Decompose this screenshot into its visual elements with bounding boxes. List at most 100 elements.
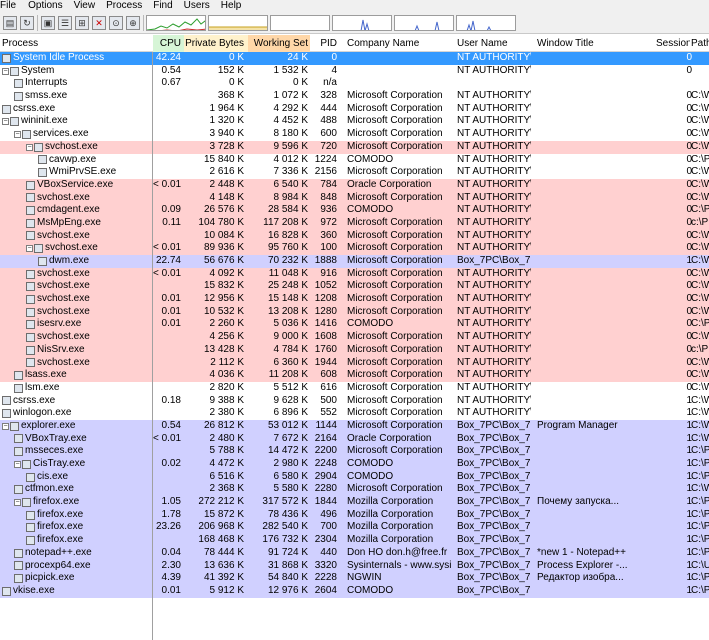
table-row[interactable]: firefox.exe 1.78 15 872 K 78 436 K 496 Mozill… xyxy=(0,508,709,522)
collapse-icon[interactable]: − xyxy=(14,498,21,506)
io-graph[interactable] xyxy=(270,14,330,31)
save-icon[interactable]: ▤ xyxy=(3,15,17,30)
process-name-cell[interactable]: − firefox.exe xyxy=(14,496,152,509)
column-header-cpu[interactable]: CPU xyxy=(153,35,184,52)
process-name-cell[interactable]: picpick.exe xyxy=(14,572,152,585)
process-name-cell[interactable]: svchost.exe xyxy=(26,268,152,281)
table-row[interactable]: msseces.exe 5 788 K 14 472 K 2200 Microsoft … xyxy=(0,445,709,458)
table-row[interactable]: winlogon.exe 2 380 K 6 896 K 552 Microsoft C… xyxy=(0,407,709,420)
table-row[interactable]: cmdagent.exe 0.09 26 576 K 28 584 K 936 COMOD… xyxy=(0,204,709,217)
process-name-cell[interactable]: svchost.exe xyxy=(26,230,152,243)
refresh-icon[interactable]: ↻ xyxy=(20,15,34,30)
cpu-graph[interactable] xyxy=(146,14,206,31)
table-row[interactable]: − System 0.54 152 K 1 532 K 4 NT AUTHORITY\...… xyxy=(0,64,709,78)
menu-file[interactable]: File xyxy=(0,0,28,12)
table-row[interactable]: svchost.exe 10 084 K 16 828 K 360 Microsoft … xyxy=(0,229,709,243)
menu-help[interactable]: Help xyxy=(221,0,253,12)
process-name-cell[interactable]: System Idle Process xyxy=(2,52,152,65)
collapse-icon[interactable]: − xyxy=(14,130,21,138)
process-name-cell[interactable]: − CisTray.exe xyxy=(14,458,152,471)
table-row[interactable]: svchost.exe 2 112 K 6 360 K 1944 Microsoft C… xyxy=(0,356,709,370)
collapse-icon[interactable]: − xyxy=(2,118,9,126)
properties-icon[interactable]: ☰ xyxy=(58,15,72,30)
table-row[interactable]: csrss.exe 1 964 K 4 292 K 444 Microsoft Corp… xyxy=(0,102,709,116)
process-name-cell[interactable]: VBoxService.exe xyxy=(26,179,152,192)
table-row[interactable]: − svchost.exe 3 728 K 9 596 K 720 Microsoft C… xyxy=(0,140,709,154)
process-name-cell[interactable]: notepad++.exe xyxy=(14,547,152,560)
process-name-cell[interactable]: svchost.exe xyxy=(26,192,152,205)
menu-options[interactable]: Options xyxy=(28,0,73,12)
table-row[interactable]: notepad++.exe 0.04 78 444 K 91 724 K 440 Don … xyxy=(0,546,709,560)
table-row[interactable]: svchost.exe 4 148 K 8 984 K 848 Microsoft Co… xyxy=(0,191,709,205)
target-icon[interactable]: ⊕ xyxy=(126,15,140,30)
process-name-cell[interactable]: csrss.exe xyxy=(2,395,152,408)
table-row[interactable]: − firefox.exe 1.05 272 212 K 317 572 K 1844 Mo… xyxy=(0,496,709,509)
process-name-cell[interactable]: csrss.exe xyxy=(2,103,152,116)
table-row[interactable]: procexp64.exe 2.30 13 636 K 31 868 K 3320 Sys… xyxy=(0,559,709,573)
table-row[interactable]: firefox.exe 168 468 K 176 732 K 2304 Mozilla… xyxy=(0,534,709,547)
menu-view[interactable]: View xyxy=(74,0,107,12)
process-name-cell[interactable]: WmiPrvSE.exe xyxy=(38,166,152,179)
table-row[interactable]: − svchost.exe < 0.01 89 936 K 95 760 K 100 Mic… xyxy=(0,242,709,255)
table-row[interactable]: Interrupts 0.67 0 K 0 K n/a xyxy=(0,77,709,91)
table-row[interactable]: lsass.exe 4 036 K 11 208 K 608 Microsoft Cor… xyxy=(0,369,709,382)
process-name-cell[interactable]: lsm.exe xyxy=(14,382,152,395)
collapse-icon[interactable]: − xyxy=(26,143,33,151)
process-name-cell[interactable]: cavwp.exe xyxy=(38,154,152,167)
table-row[interactable]: svchost.exe 4 256 K 9 000 K 1608 Microsoft C… xyxy=(0,331,709,344)
kill-icon[interactable]: ✕ xyxy=(92,15,106,30)
find-icon[interactable]: ⊙ xyxy=(109,15,123,30)
table-row[interactable]: smss.exe 368 K 1 072 K 328 Microsoft Corpora… xyxy=(0,90,709,103)
commit-graph[interactable] xyxy=(208,14,268,31)
column-header-company-name[interactable]: Company Name xyxy=(347,35,451,52)
process-name-cell[interactable]: vkise.exe xyxy=(2,585,152,598)
process-name-cell[interactable]: − explorer.exe xyxy=(2,420,152,433)
process-name-cell[interactable]: winlogon.exe xyxy=(2,407,152,420)
collapse-icon[interactable]: − xyxy=(26,245,33,253)
table-row[interactable]: NisSrv.exe 13 428 K 4 784 K 1760 Microsoft C… xyxy=(0,343,709,357)
table-row[interactable]: System Idle Process 42.24 0 K 24 K 0 NT AUTHO… xyxy=(0,52,709,65)
table-row[interactable]: VBoxTray.exe < 0.01 2 480 K 7 672 K 2164 Orac… xyxy=(0,432,709,446)
process-name-cell[interactable]: firefox.exe xyxy=(26,534,152,547)
collapse-icon[interactable]: − xyxy=(2,422,9,430)
table-row[interactable]: dwm.exe 22.74 56 676 K 70 232 K 1888 Microsof… xyxy=(0,255,709,268)
gpu-graph[interactable] xyxy=(456,14,516,31)
process-name-cell[interactable]: lsass.exe xyxy=(14,369,152,382)
table-row[interactable]: − CisTray.exe 0.02 4 472 K 2 980 K 2248 COMODO… xyxy=(0,458,709,471)
column-header-pid[interactable]: PID xyxy=(310,35,341,52)
process-name-cell[interactable]: svchost.exe xyxy=(26,331,152,344)
table-row[interactable]: lsm.exe 2 820 K 5 512 K 616 Microsoft Corpor… xyxy=(0,381,709,395)
process-name-cell[interactable]: MsMpEng.exe xyxy=(26,217,152,230)
table-row[interactable]: − services.exe 3 940 K 8 180 K 600 Microsoft … xyxy=(0,128,709,141)
process-name-cell[interactable]: svchost.exe xyxy=(26,293,152,306)
table-row[interactable]: MsMpEng.exe 0.11 104 780 K 117 208 K 972 Micr… xyxy=(0,216,709,230)
process-name-cell[interactable]: msseces.exe xyxy=(14,445,152,458)
collapse-icon[interactable]: − xyxy=(14,460,21,468)
disk-graph[interactable] xyxy=(394,14,454,31)
process-name-cell[interactable]: − svchost.exe xyxy=(26,242,152,255)
process-name-cell[interactable]: − wininit.exe xyxy=(2,115,152,128)
table-row[interactable]: svchost.exe 0.01 10 532 K 13 208 K 1280 Micro… xyxy=(0,305,709,319)
column-header-path[interactable]: Path xyxy=(691,35,709,52)
process-name-cell[interactable]: NisSrv.exe xyxy=(26,344,152,357)
table-row[interactable]: picpick.exe 4.39 41 392 K 54 840 K 2228 NGWIN… xyxy=(0,572,709,585)
table-row[interactable]: csrss.exe 0.18 9 388 K 9 628 K 500 Microsoft … xyxy=(0,394,709,408)
process-name-cell[interactable]: svchost.exe xyxy=(26,357,152,370)
column-header-window-title[interactable]: Window Title xyxy=(537,35,651,52)
process-name-cell[interactable]: cmdagent.exe xyxy=(26,204,152,217)
process-name-cell[interactable]: ctfmon.exe xyxy=(14,483,152,496)
table-row[interactable]: firefox.exe 23.26 206 968 K 282 540 K 700 Moz… xyxy=(0,521,709,535)
process-name-cell[interactable]: cis.exe xyxy=(26,471,152,484)
process-name-cell[interactable]: smss.exe xyxy=(14,90,152,103)
table-row[interactable]: svchost.exe 15 832 K 25 248 K 1052 Microsoft… xyxy=(0,280,709,294)
table-row[interactable]: cavwp.exe 15 840 K 4 012 K 1224 COMODO NT AUT… xyxy=(0,153,709,167)
process-name-cell[interactable]: svchost.exe xyxy=(26,306,152,319)
process-name-cell[interactable]: − System xyxy=(2,65,152,78)
column-header-user-name[interactable]: User Name xyxy=(457,35,531,52)
process-name-cell[interactable]: dwm.exe xyxy=(38,255,152,268)
network-graph[interactable] xyxy=(332,14,392,31)
process-name-cell[interactable]: procexp64.exe xyxy=(14,560,152,573)
table-row[interactable]: isesrv.exe 0.01 2 260 K 5 036 K 1416 COMODO NT… xyxy=(0,318,709,332)
table-row[interactable]: vkise.exe 0.01 5 912 K 12 976 K 2604 COMODO Bo… xyxy=(0,584,709,598)
column-header-session[interactable]: Session xyxy=(656,35,690,52)
